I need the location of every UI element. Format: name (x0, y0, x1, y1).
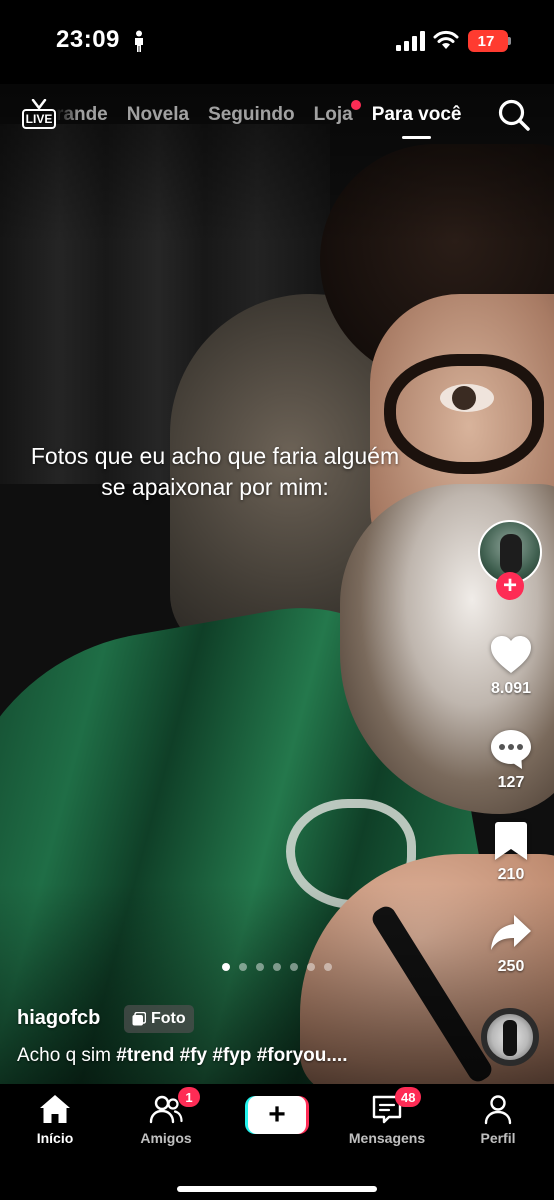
nav-profile[interactable]: Perfil (448, 1092, 548, 1146)
status-time: 23:09 (56, 26, 120, 53)
feed-tabs: rande Novela Seguindo Loja Para você (56, 84, 480, 146)
carousel-dot[interactable] (256, 963, 264, 971)
nav-home-label: Início (36, 1130, 74, 1146)
home-indicator[interactable] (177, 1186, 377, 1192)
nav-inbox-label: Mensagens (348, 1130, 426, 1146)
comment-icon (491, 730, 531, 769)
person-icon (135, 30, 143, 52)
description-hashtags[interactable]: #trend #fy #fyp #foryou.... (116, 1045, 347, 1066)
home-icon (40, 1095, 70, 1123)
bottom-nav: Início 1 Amigos + 48 Mensagens Perfil (0, 1084, 554, 1200)
save-count: 210 (497, 866, 525, 883)
carousel-dot[interactable] (222, 963, 230, 971)
music-disc[interactable] (481, 1008, 539, 1066)
carousel-dot[interactable] (324, 963, 332, 971)
nav-friends-label: Amigos (140, 1130, 192, 1146)
photo-shade (0, 84, 554, 1084)
nav-inbox[interactable]: 48 Mensagens (337, 1087, 437, 1146)
battery-tip (508, 37, 511, 45)
tab-loja[interactable]: Loja (313, 100, 361, 126)
save-button[interactable]: 210 (475, 818, 547, 884)
carousel-dot[interactable] (273, 963, 281, 971)
search-icon[interactable] (497, 98, 531, 132)
create-button[interactable]: + (245, 1096, 309, 1134)
top-nav: LIVE rande Novela Seguindo Loja Para voc… (0, 84, 554, 146)
notification-dot (350, 100, 361, 110)
follow-button[interactable]: + (496, 572, 524, 600)
nav-friends[interactable]: 1 Amigos (116, 1087, 216, 1146)
tab-rande[interactable]: rande (56, 104, 108, 126)
photo-stack-icon (132, 1012, 146, 1026)
carousel-dots (222, 963, 332, 971)
nav-home[interactable]: Início (5, 1092, 105, 1146)
battery-icon: 17 (468, 30, 508, 52)
share-arrow-icon (491, 915, 531, 950)
tab-para-voce[interactable]: Para você (372, 104, 461, 139)
photo-mode-badge: Foto (124, 1005, 194, 1033)
comment-count: 127 (497, 774, 525, 791)
like-count: 8.091 (490, 680, 532, 697)
photo-badge-label: Foto (151, 1010, 186, 1027)
post-description[interactable]: Acho q sim #trend #fy #fyp #foryou.... (17, 1045, 457, 1067)
description-text: Acho q sim (17, 1045, 117, 1066)
tab-loja-label: Loja (313, 104, 353, 125)
carousel-dot[interactable] (239, 963, 247, 971)
like-button[interactable]: 8.091 (475, 632, 547, 698)
friends-badge: 1 (178, 1087, 200, 1107)
live-icon[interactable]: LIVE (20, 97, 60, 133)
carousel-dot[interactable] (307, 963, 315, 971)
status-bar: 23:09 17 (0, 0, 554, 84)
bookmark-icon (495, 822, 527, 860)
tab-novela[interactable]: Novela (127, 104, 189, 126)
post-photo[interactable] (0, 84, 554, 1084)
live-label: LIVE (22, 109, 56, 129)
share-button[interactable]: 250 (475, 910, 547, 976)
plus-icon: + (248, 1096, 306, 1134)
creator-username[interactable]: hiagofcb (17, 1007, 100, 1030)
carousel-dot[interactable] (290, 963, 298, 971)
share-count: 250 (497, 958, 525, 975)
photo-caption: Fotos que eu acho que faria alguém se ap… (30, 443, 400, 500)
heart-icon (491, 636, 531, 673)
wifi-icon (433, 30, 459, 49)
profile-icon (484, 1095, 512, 1125)
tab-seguindo[interactable]: Seguindo (208, 104, 295, 126)
comment-button[interactable]: 127 (475, 726, 547, 792)
inbox-badge: 48 (395, 1087, 422, 1107)
battery-level: 17 (477, 32, 495, 50)
signal-icon (396, 31, 425, 51)
nav-profile-label: Perfil (480, 1130, 516, 1146)
